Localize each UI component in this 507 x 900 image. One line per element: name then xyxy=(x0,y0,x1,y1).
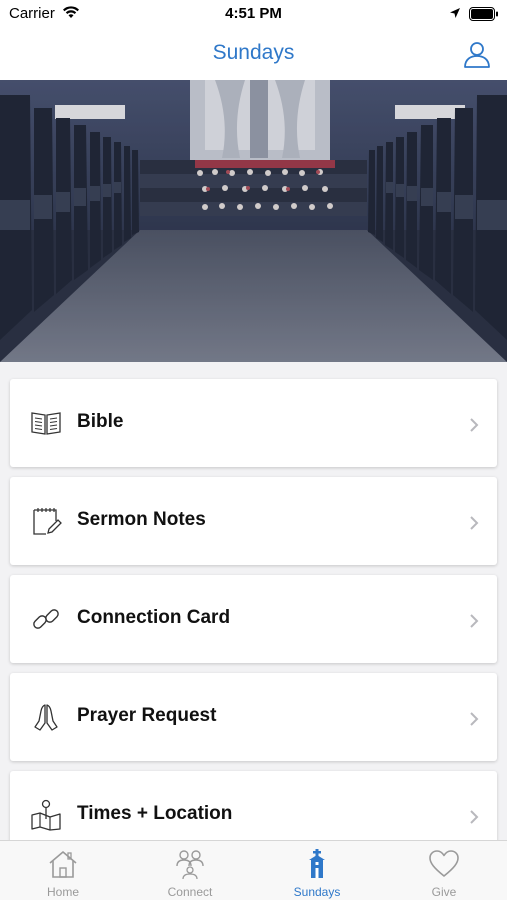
tab-sundays[interactable]: Sundays xyxy=(254,841,380,900)
tab-connect[interactable]: Connect xyxy=(127,841,253,900)
heart-icon xyxy=(429,850,459,877)
status-time: 4:51 PM xyxy=(225,5,282,22)
tab-label: Give xyxy=(431,885,457,899)
chevron-right-icon xyxy=(470,712,479,726)
menu-item-connection-card[interactable]: Connection Card xyxy=(10,575,497,663)
menu-item-sermon-notes[interactable]: Sermon Notes xyxy=(10,477,497,565)
menu-item-label: Prayer Request xyxy=(77,705,217,726)
tab-label: Home xyxy=(46,885,79,899)
tab-label: Sundays xyxy=(293,885,341,899)
map-pin-icon xyxy=(31,799,61,831)
menu-item-label: Times + Location xyxy=(77,803,233,824)
menu-item-bible[interactable]: Bible xyxy=(10,379,497,467)
profile-button[interactable] xyxy=(462,39,492,69)
navigation-bar: Sundays xyxy=(0,28,507,80)
tab-give[interactable]: Give xyxy=(381,841,507,900)
status-bar: Carrier 4:51 PM xyxy=(0,0,507,28)
tab-label: Connect xyxy=(167,885,213,899)
church-icon xyxy=(309,849,325,878)
menu-item-label: Bible xyxy=(77,411,124,432)
hero-image-church-sanctuary xyxy=(0,80,507,362)
location-arrow-icon xyxy=(449,6,461,23)
battery-icon xyxy=(469,7,499,25)
page-title: Sundays xyxy=(212,41,295,64)
link-icon xyxy=(33,609,59,629)
house-icon xyxy=(49,851,77,878)
chevron-right-icon xyxy=(470,614,479,628)
tab-home[interactable]: Home xyxy=(0,841,126,900)
notepad-icon xyxy=(33,508,62,535)
chevron-right-icon xyxy=(470,810,479,824)
tab-bar: Home Connect Sundays Give xyxy=(0,840,507,900)
book-icon xyxy=(31,412,61,435)
menu-item-prayer-request[interactable]: Prayer Request xyxy=(10,673,497,761)
menu-item-label: Connection Card xyxy=(77,607,231,628)
chevron-right-icon xyxy=(470,418,479,432)
people-icon xyxy=(176,850,204,880)
praying-hands-icon xyxy=(34,704,58,731)
menu-item-label: Sermon Notes xyxy=(77,509,206,530)
person-icon xyxy=(464,42,490,68)
chevron-right-icon xyxy=(470,516,479,530)
